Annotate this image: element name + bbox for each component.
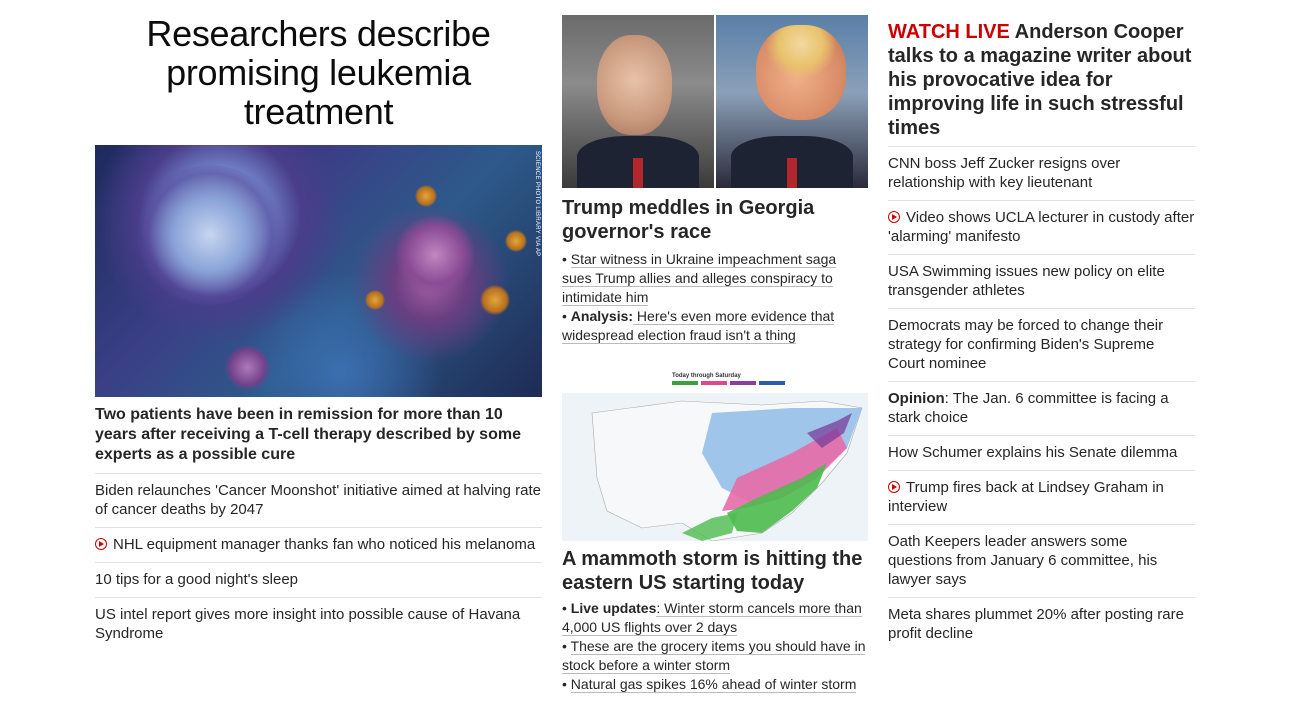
video-play-icon bbox=[888, 481, 900, 493]
headline-text: How Schumer explains his Senate dilemma bbox=[888, 444, 1178, 461]
list-item[interactable]: NHL equipment manager thanks fan who not… bbox=[95, 527, 542, 562]
lead-headline-list: Biden relaunches 'Cancer Moonshot' initi… bbox=[95, 473, 542, 651]
list-item[interactable]: CNN boss Jeff Zucker resigns over relati… bbox=[888, 146, 1195, 200]
lead-story-column: Researchers describe promising leukemia … bbox=[95, 0, 542, 651]
bullet-label: Live updates bbox=[570, 600, 657, 616]
list-item[interactable]: • Natural gas spikes 16% ahead of winter… bbox=[562, 675, 868, 694]
list-item[interactable]: Meta shares plummet 20% after posting ra… bbox=[888, 597, 1195, 651]
list-item[interactable]: Oath Keepers leader answers some questio… bbox=[888, 524, 1195, 597]
watch-live-headline[interactable]: WATCH LIVE Anderson Cooper talks to a ma… bbox=[888, 20, 1195, 140]
bullet-label: Analysis: bbox=[570, 308, 634, 324]
legend-swatch bbox=[759, 381, 785, 385]
headline-label: Opinion bbox=[888, 390, 945, 407]
headline-text: Democrats may be forced to change their … bbox=[888, 317, 1164, 372]
list-item[interactable]: Biden relaunches 'Cancer Moonshot' initi… bbox=[95, 473, 542, 527]
legend-swatch bbox=[730, 381, 756, 385]
list-item[interactable]: Trump fires back at Lindsey Graham in in… bbox=[888, 470, 1195, 524]
portrait-right bbox=[716, 15, 868, 188]
bullet-link[interactable]: These are the grocery items you should h… bbox=[562, 638, 866, 674]
bullet-link[interactable]: Star witness in Ukraine impeachment saga… bbox=[562, 251, 837, 306]
lead-story-image[interactable]: SCIENCE PHOTO LIBRARY VIA AP bbox=[95, 145, 542, 397]
storm-map-image[interactable]: Today through Saturday bbox=[562, 373, 868, 541]
headline-text: Oath Keepers leader answers some questio… bbox=[888, 533, 1158, 588]
headline-text: USA Swimming issues new policy on elite … bbox=[888, 263, 1165, 299]
list-item[interactable]: US intel report gives more insight into … bbox=[95, 597, 542, 651]
video-play-icon bbox=[95, 538, 107, 550]
lead-story-title[interactable]: Researchers describe promising leukemia … bbox=[95, 14, 542, 131]
lead-story-summary[interactable]: Two patients have been in remission for … bbox=[95, 405, 542, 465]
middle-column: Trump meddles in Georgia governor's race… bbox=[562, 0, 868, 694]
list-item[interactable]: • Analysis: Here's even more evidence th… bbox=[562, 307, 868, 345]
headline-text: Trump fires back at Lindsey Graham in in… bbox=[888, 479, 1164, 515]
video-play-icon bbox=[888, 211, 900, 223]
legend-swatch bbox=[672, 381, 698, 385]
story-headline[interactable]: Trump meddles in Georgia governor's race bbox=[562, 196, 868, 244]
watch-live-label: WATCH LIVE bbox=[888, 21, 1010, 43]
list-item[interactable]: How Schumer explains his Senate dilemma bbox=[888, 435, 1195, 470]
image-credit: SCIENCE PHOTO LIBRARY VIA AP bbox=[534, 151, 540, 257]
headline-text: CNN boss Jeff Zucker resigns over relati… bbox=[888, 155, 1121, 191]
right-headline-list: CNN boss Jeff Zucker resigns over relati… bbox=[888, 146, 1195, 651]
list-item[interactable]: USA Swimming issues new policy on elite … bbox=[888, 254, 1195, 308]
list-item[interactable]: Video shows UCLA lecturer in custody aft… bbox=[888, 200, 1195, 254]
story-bullet-list: • Star witness in Ukraine impeachment sa… bbox=[562, 250, 868, 345]
list-item[interactable]: • Live updates: Winter storm cancels mor… bbox=[562, 599, 868, 637]
us-weather-map bbox=[562, 393, 868, 541]
portrait-left bbox=[562, 15, 714, 188]
list-item[interactable]: 10 tips for a good night's sleep bbox=[95, 562, 542, 597]
bullet-link[interactable]: Natural gas spikes 16% ahead of winter s… bbox=[570, 676, 857, 693]
legend-swatch bbox=[701, 381, 727, 385]
list-item[interactable]: Opinion: The Jan. 6 committee is facing … bbox=[888, 381, 1195, 435]
map-legend-title: Today through Saturday bbox=[672, 373, 741, 379]
headline-text: NHL equipment manager thanks fan who not… bbox=[113, 536, 536, 553]
headline-text: Video shows UCLA lecturer in custody aft… bbox=[888, 209, 1195, 245]
headline-text: US intel report gives more insight into … bbox=[95, 606, 521, 642]
headline-text: Meta shares plummet 20% after posting ra… bbox=[888, 606, 1184, 642]
story-image-pair[interactable] bbox=[562, 15, 868, 188]
story-bullet-list: • Live updates: Winter storm cancels mor… bbox=[562, 599, 868, 694]
list-item[interactable]: Democrats may be forced to change their … bbox=[888, 308, 1195, 381]
right-column: WATCH LIVE Anderson Cooper talks to a ma… bbox=[888, 0, 1195, 651]
headline-text: 10 tips for a good night's sleep bbox=[95, 571, 298, 588]
headline-text: Biden relaunches 'Cancer Moonshot' initi… bbox=[95, 482, 541, 518]
list-item[interactable]: • These are the grocery items you should… bbox=[562, 637, 868, 675]
list-item[interactable]: • Star witness in Ukraine impeachment sa… bbox=[562, 250, 868, 307]
story-headline[interactable]: A mammoth storm is hitting the eastern U… bbox=[562, 547, 868, 595]
map-legend: Today through Saturday bbox=[672, 373, 792, 389]
